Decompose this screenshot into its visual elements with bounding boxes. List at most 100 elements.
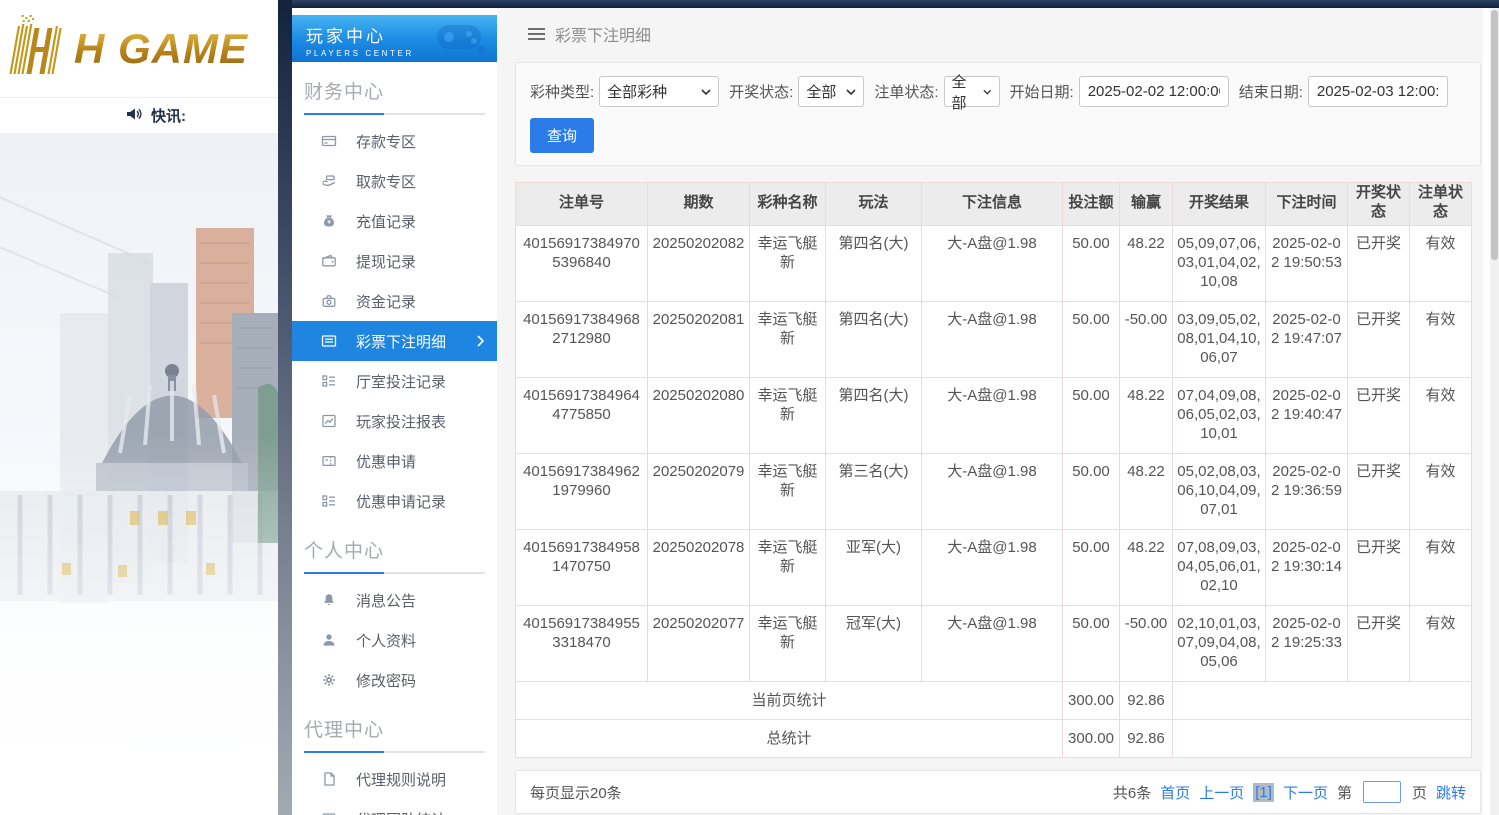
page-suffix-label: 页 bbox=[1411, 784, 1427, 802]
cell-order-id: 401569173849581470750 bbox=[515, 529, 648, 606]
sidebar-item-messages[interactable]: 消息公告 bbox=[292, 580, 497, 620]
cell-lottery: 幸运飞艇新 bbox=[749, 605, 826, 682]
sidebar-item-player-bet-report[interactable]: 玩家投注报表 bbox=[292, 401, 497, 441]
sidebar-item-withdraw-zone[interactable]: 取款专区 bbox=[292, 161, 497, 201]
summary-current-win-loss: 92.86 bbox=[1119, 681, 1173, 720]
cell-result: 05,09,07,06,03,01,04,02,10,08 bbox=[1172, 225, 1266, 302]
sidebar-item-hall-bet-records[interactable]: 厅室投注记录 bbox=[292, 361, 497, 401]
cell-period: 20250202080 bbox=[647, 377, 750, 454]
sidebar-item-agent-team-stats[interactable]: 代理团队统计 bbox=[292, 799, 497, 815]
cell-order-status: 有效 bbox=[1409, 529, 1472, 606]
cell-order-id: 401569173849705396840 bbox=[515, 225, 648, 302]
end-date-label: 结束日期: bbox=[1238, 84, 1303, 101]
sidebar-item-recharge-records[interactable]: ¥ 充值记录 bbox=[292, 201, 497, 241]
prev-page-link[interactable]: 上一页 bbox=[1199, 782, 1244, 803]
cell-lottery: 幸运飞艇新 bbox=[749, 225, 826, 302]
news-label: 快讯: bbox=[151, 108, 186, 125]
user-icon bbox=[320, 631, 338, 649]
cell-lottery: 幸运飞艇新 bbox=[749, 529, 826, 606]
cell-lottery: 幸运飞艇新 bbox=[749, 453, 826, 530]
col-win-loss: 输赢 bbox=[1119, 182, 1173, 226]
cell-period: 20250202078 bbox=[647, 529, 750, 606]
sidebar: 玩家中心 PLAYERS CENTER 财务中心 存款专区 取款专区 ¥ 充值记… bbox=[292, 8, 497, 815]
chevron-right-icon bbox=[477, 334, 485, 351]
total-count: 共6条 bbox=[1112, 784, 1152, 802]
end-date-input[interactable] bbox=[1307, 76, 1448, 107]
left-promo-zone: H GAME 快讯: bbox=[0, 0, 278, 815]
gear-icon bbox=[320, 671, 338, 689]
sidebar-item-label: 彩票下注明细 bbox=[356, 333, 447, 351]
sidebar-item-profile[interactable]: 个人资料 bbox=[292, 620, 497, 660]
sidebar-item-label: 厅室投注记录 bbox=[356, 373, 447, 391]
cell-draw-status: 已开奖 bbox=[1347, 301, 1410, 378]
table-row: 401569173849644775850 20250202080 幸运飞艇新 … bbox=[515, 377, 1472, 454]
lottery-type-select[interactable]: 全部彩种 bbox=[599, 76, 720, 107]
sidebar-item-promo-apply-records[interactable]: 优惠申请记录 bbox=[292, 481, 497, 521]
page-jump-input[interactable] bbox=[1362, 781, 1401, 803]
bank-card-icon bbox=[320, 132, 338, 150]
sidebar-item-lottery-bet-details[interactable]: 彩票下注明细 bbox=[292, 321, 497, 361]
cell-order-status: 有效 bbox=[1409, 605, 1472, 682]
cell-bet-time: 2025-02-02 19:47:07 bbox=[1265, 301, 1348, 378]
table-row: 401569173849581470750 20250202078 幸运飞艇新 … bbox=[515, 529, 1472, 606]
brand-logo: H GAME bbox=[0, 0, 278, 97]
next-page-link[interactable]: 下一页 bbox=[1283, 782, 1328, 803]
sidebar-item-change-password[interactable]: 修改密码 bbox=[292, 660, 497, 700]
main-content: 彩票下注明细 彩种类型: 全部彩种 开奖状态: 全部 注单状态: 全部 开始日期… bbox=[497, 8, 1483, 815]
list-card-icon bbox=[320, 332, 338, 350]
draw-status-select[interactable]: 全部 bbox=[798, 76, 865, 107]
gamepad-icon bbox=[435, 21, 487, 60]
sidebar-item-agent-rules[interactable]: 代理规则说明 bbox=[292, 759, 497, 799]
cell-bet-info: 大-A盘@1.98 bbox=[921, 225, 1063, 302]
cell-amount: 50.00 bbox=[1062, 453, 1120, 530]
scrollbar-thumb[interactable] bbox=[1491, 10, 1498, 260]
col-bet-info: 下注信息 bbox=[921, 182, 1063, 226]
cell-bet-time: 2025-02-02 19:25:33 bbox=[1265, 605, 1348, 682]
page-prefix-label: 第 bbox=[1336, 784, 1352, 802]
query-button[interactable]: 查询 bbox=[530, 118, 595, 153]
sidebar-banner: 玩家中心 PLAYERS CENTER bbox=[292, 15, 497, 62]
coin-purse-icon bbox=[320, 292, 338, 310]
cell-result: 02,10,01,03,07,09,04,08,05,06 bbox=[1172, 605, 1266, 682]
records-icon bbox=[320, 492, 338, 510]
order-status-select[interactable]: 全部 bbox=[943, 74, 1000, 112]
cell-order-status: 有效 bbox=[1409, 225, 1472, 302]
cell-bet-info: 大-A盘@1.98 bbox=[921, 529, 1063, 606]
cell-bet-time: 2025-02-02 19:30:14 bbox=[1265, 529, 1348, 606]
start-date-input[interactable] bbox=[1078, 76, 1229, 107]
news-icon bbox=[320, 810, 338, 815]
sidebar-item-label: 充值记录 bbox=[356, 213, 417, 231]
city-background-image bbox=[0, 133, 278, 815]
sidebar-item-withdraw-records[interactable]: 提现记录 bbox=[292, 241, 497, 281]
cell-draw-status: 已开奖 bbox=[1347, 529, 1410, 606]
cell-amount: 50.00 bbox=[1062, 377, 1120, 454]
cell-draw-status: 已开奖 bbox=[1347, 377, 1410, 454]
sidebar-item-label: 取款专区 bbox=[356, 173, 417, 191]
table-row: 401569173849682712980 20250202081 幸运飞艇新 … bbox=[515, 301, 1472, 378]
cell-win-loss: -50.00 bbox=[1119, 301, 1173, 378]
col-lottery: 彩种名称 bbox=[749, 182, 826, 226]
cell-order-status: 有效 bbox=[1409, 377, 1472, 454]
cell-bet-info: 大-A盘@1.98 bbox=[921, 453, 1063, 530]
page-title: 彩票下注明细 bbox=[555, 28, 652, 45]
chart-icon bbox=[320, 412, 338, 430]
logo-text: H GAME bbox=[74, 24, 248, 72]
current-page[interactable]: [1] bbox=[1253, 782, 1274, 802]
cell-amount: 50.00 bbox=[1062, 605, 1120, 682]
sidebar-item-label: 代理团队统计 bbox=[356, 809, 446, 815]
jump-link[interactable]: 跳转 bbox=[1436, 782, 1466, 803]
sidebar-item-promo-apply[interactable]: 优惠申请 bbox=[292, 441, 497, 481]
sidebar-item-label: 存款专区 bbox=[356, 133, 417, 151]
menu-icon[interactable] bbox=[528, 28, 545, 40]
col-amount: 投注额 bbox=[1062, 182, 1120, 226]
speaker-icon bbox=[125, 106, 143, 126]
cell-result: 07,08,09,03,04,05,06,01,02,10 bbox=[1172, 529, 1266, 606]
scrollbar[interactable] bbox=[1490, 8, 1499, 815]
sidebar-item-funds-records[interactable]: 资金记录 bbox=[292, 281, 497, 321]
summary-total-win-loss: 92.86 bbox=[1119, 719, 1173, 758]
per-page-label: 每页显示20条 bbox=[530, 784, 622, 802]
logo-bars-icon bbox=[8, 14, 74, 83]
sidebar-item-deposit-zone[interactable]: 存款专区 bbox=[292, 121, 497, 161]
cell-bet-info: 大-A盘@1.98 bbox=[921, 605, 1063, 682]
first-page-link[interactable]: 首页 bbox=[1160, 782, 1190, 803]
